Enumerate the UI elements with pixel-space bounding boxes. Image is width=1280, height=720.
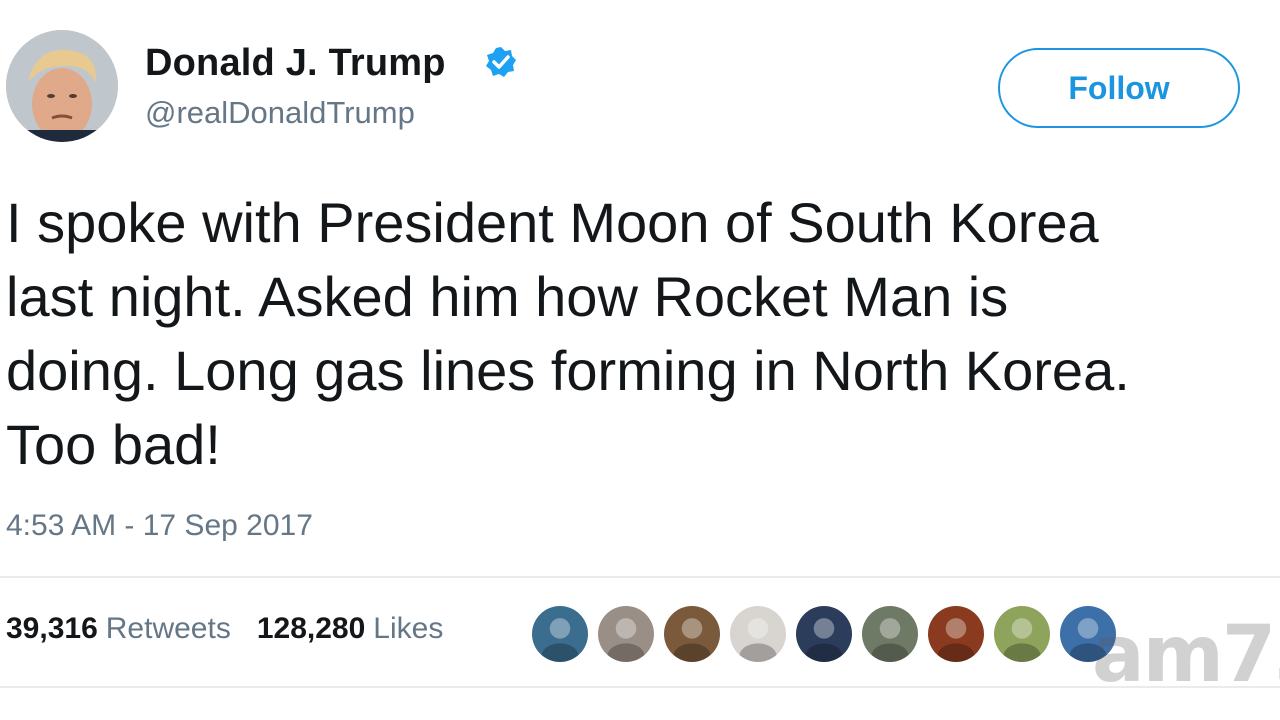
tweet-line: I spoke with President Moon of South Kor… [6, 191, 1099, 254]
divider [0, 576, 1280, 578]
tweet-line: last night. Asked him how Rocket Man is [6, 265, 1009, 328]
liker-avatar-4[interactable] [728, 604, 788, 664]
liker-avatar-8[interactable] [992, 604, 1052, 664]
tweet-text: I spoke with President Moon of South Kor… [6, 186, 1280, 482]
divider [0, 686, 1280, 688]
avatar[interactable] [6, 30, 118, 142]
avatar-portrait [6, 30, 118, 142]
follow-button[interactable]: Follow [998, 48, 1240, 128]
liker-avatar-1[interactable] [530, 604, 590, 664]
liker-avatars [530, 604, 1118, 664]
tweet-line: Too bad! [6, 413, 221, 476]
liker-avatar-7[interactable] [926, 604, 986, 664]
retweets-count: 39,316 [6, 612, 98, 645]
retweets-label: Retweets [105, 612, 231, 645]
display-name[interactable]: Donald J. Trump [145, 42, 446, 85]
likes-label: Likes [373, 612, 444, 645]
verified-badge-icon [484, 45, 518, 79]
tweet-stats: 39,316 Retweets 128,280 Likes [6, 612, 443, 646]
likes-stat[interactable]: 128,280 Likes [257, 612, 444, 646]
liker-avatar-6[interactable] [860, 604, 920, 664]
liker-avatar-3[interactable] [662, 604, 722, 664]
likes-count: 128,280 [256, 612, 366, 645]
tweet-timestamp[interactable]: 4:53 AM - 17 Sep 2017 [6, 509, 313, 543]
liker-avatar-5[interactable] [794, 604, 854, 664]
user-handle[interactable]: @realDonaldTrump [145, 95, 415, 131]
retweets-stat[interactable]: 39,316 Retweets [6, 612, 231, 646]
tweet-line: doing. Long gas lines forming in North K… [6, 339, 1130, 402]
watermark-logo: am730 [1092, 610, 1280, 700]
liker-avatar-2[interactable] [596, 604, 656, 664]
